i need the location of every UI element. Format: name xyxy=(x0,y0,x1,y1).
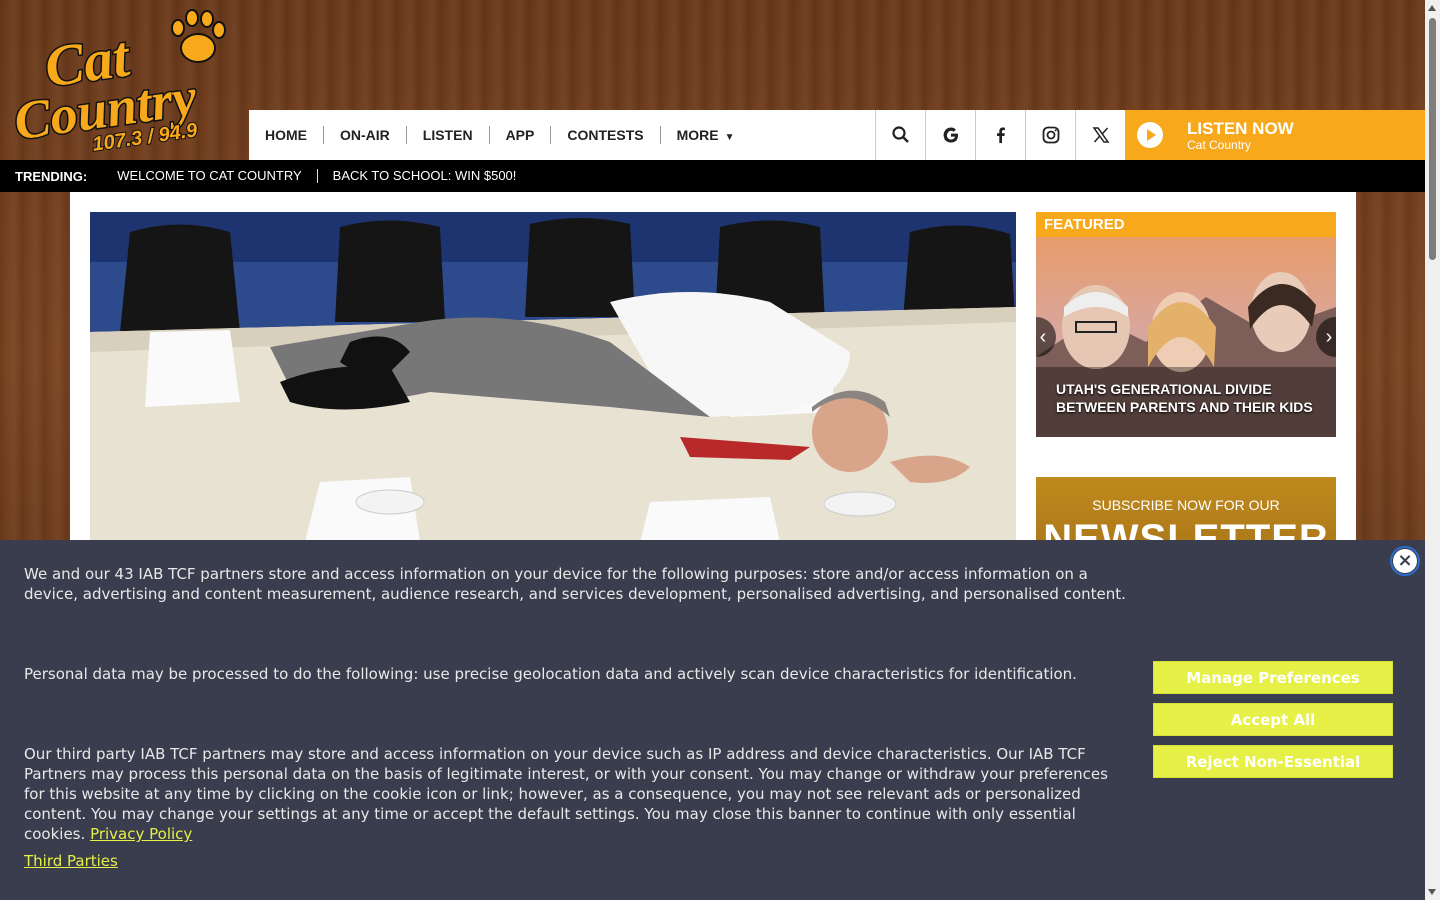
nav-listen[interactable]: LISTEN xyxy=(407,126,490,144)
nav-on-air[interactable]: ON-AIR xyxy=(324,126,407,144)
facebook-icon[interactable] xyxy=(975,110,1025,160)
nav-app[interactable]: APP xyxy=(490,126,552,144)
nav-more[interactable]: MORE ▼ xyxy=(661,126,751,144)
x-icon[interactable] xyxy=(1075,110,1125,160)
search-icon[interactable] xyxy=(875,110,925,160)
trending-item[interactable]: WELCOME TO CAT COUNTRY xyxy=(102,169,318,183)
manage-preferences-button[interactable]: Manage Preferences xyxy=(1153,661,1393,694)
nav-icons xyxy=(875,110,1125,160)
newsletter-subtitle: SUBSCRIBE NOW FOR OUR xyxy=(1092,497,1280,513)
play-icon xyxy=(1137,122,1163,148)
google-icon[interactable] xyxy=(925,110,975,160)
trending-bar: TRENDING: WELCOME TO CAT COUNTRY BACK TO… xyxy=(0,160,1425,192)
paw-icon xyxy=(171,9,226,63)
scroll-down-icon[interactable] xyxy=(1428,889,1436,895)
instagram-icon[interactable] xyxy=(1025,110,1075,160)
reject-non-essential-button[interactable]: Reject Non-Essential xyxy=(1153,745,1393,778)
cookie-text-personal-data: Personal data may be processed to do the… xyxy=(24,665,1077,683)
trending-item[interactable]: BACK TO SCHOOL: WIN $500! xyxy=(318,169,532,183)
nav-home[interactable]: HOME xyxy=(249,126,324,144)
cookie-text-purposes: We and our 43 IAB TCF partners store and… xyxy=(24,565,1126,603)
scroll-up-icon[interactable] xyxy=(1428,5,1436,11)
chevron-down-icon: ▼ xyxy=(724,132,735,143)
page-scrollbar[interactable] xyxy=(1425,0,1440,900)
cookie-text-partners: Our third party IAB TCF partners may sto… xyxy=(24,744,1128,844)
sidebar: FEATURED UTAH'S GENERATIONAL DIVIDE BETW… xyxy=(1036,212,1336,567)
article-hero-image[interactable] xyxy=(90,212,1016,542)
featured-caption[interactable]: UTAH'S GENERATIONAL DIVIDE BETWEEN PAREN… xyxy=(1056,380,1326,416)
close-banner-button[interactable]: × xyxy=(1390,546,1420,576)
listen-text: LISTEN NOW Cat Country xyxy=(1187,119,1294,152)
close-icon: × xyxy=(1393,549,1417,573)
featured-card[interactable]: UTAH'S GENERATIONAL DIVIDE BETWEEN PAREN… xyxy=(1036,237,1336,437)
listen-title: LISTEN NOW xyxy=(1187,118,1294,138)
scroll-thumb[interactable] xyxy=(1429,18,1436,260)
third-parties-link[interactable]: Third Parties xyxy=(24,852,118,870)
listen-station: Cat Country xyxy=(1187,137,1252,152)
main-navbar: HOME ON-AIR LISTEN APP CONTESTS MORE ▼ LI… xyxy=(249,110,1425,160)
trending-label: TRENDING: xyxy=(15,168,88,184)
nav-links: HOME ON-AIR LISTEN APP CONTESTS MORE ▼ xyxy=(249,110,751,160)
listen-now-button[interactable]: LISTEN NOW Cat Country xyxy=(1125,110,1425,160)
nav-more-label: MORE xyxy=(676,127,719,143)
privacy-policy-link[interactable]: Privacy Policy xyxy=(90,825,192,843)
station-logo[interactable]: Cat Country 107.3 / 94.9 xyxy=(6,6,242,157)
nav-contests[interactable]: CONTESTS xyxy=(551,126,661,144)
accept-all-button[interactable]: Accept All xyxy=(1153,703,1393,736)
featured-heading: FEATURED xyxy=(1036,212,1336,237)
cookie-consent-banner: We and our 43 IAB TCF partners store and… xyxy=(0,540,1425,900)
